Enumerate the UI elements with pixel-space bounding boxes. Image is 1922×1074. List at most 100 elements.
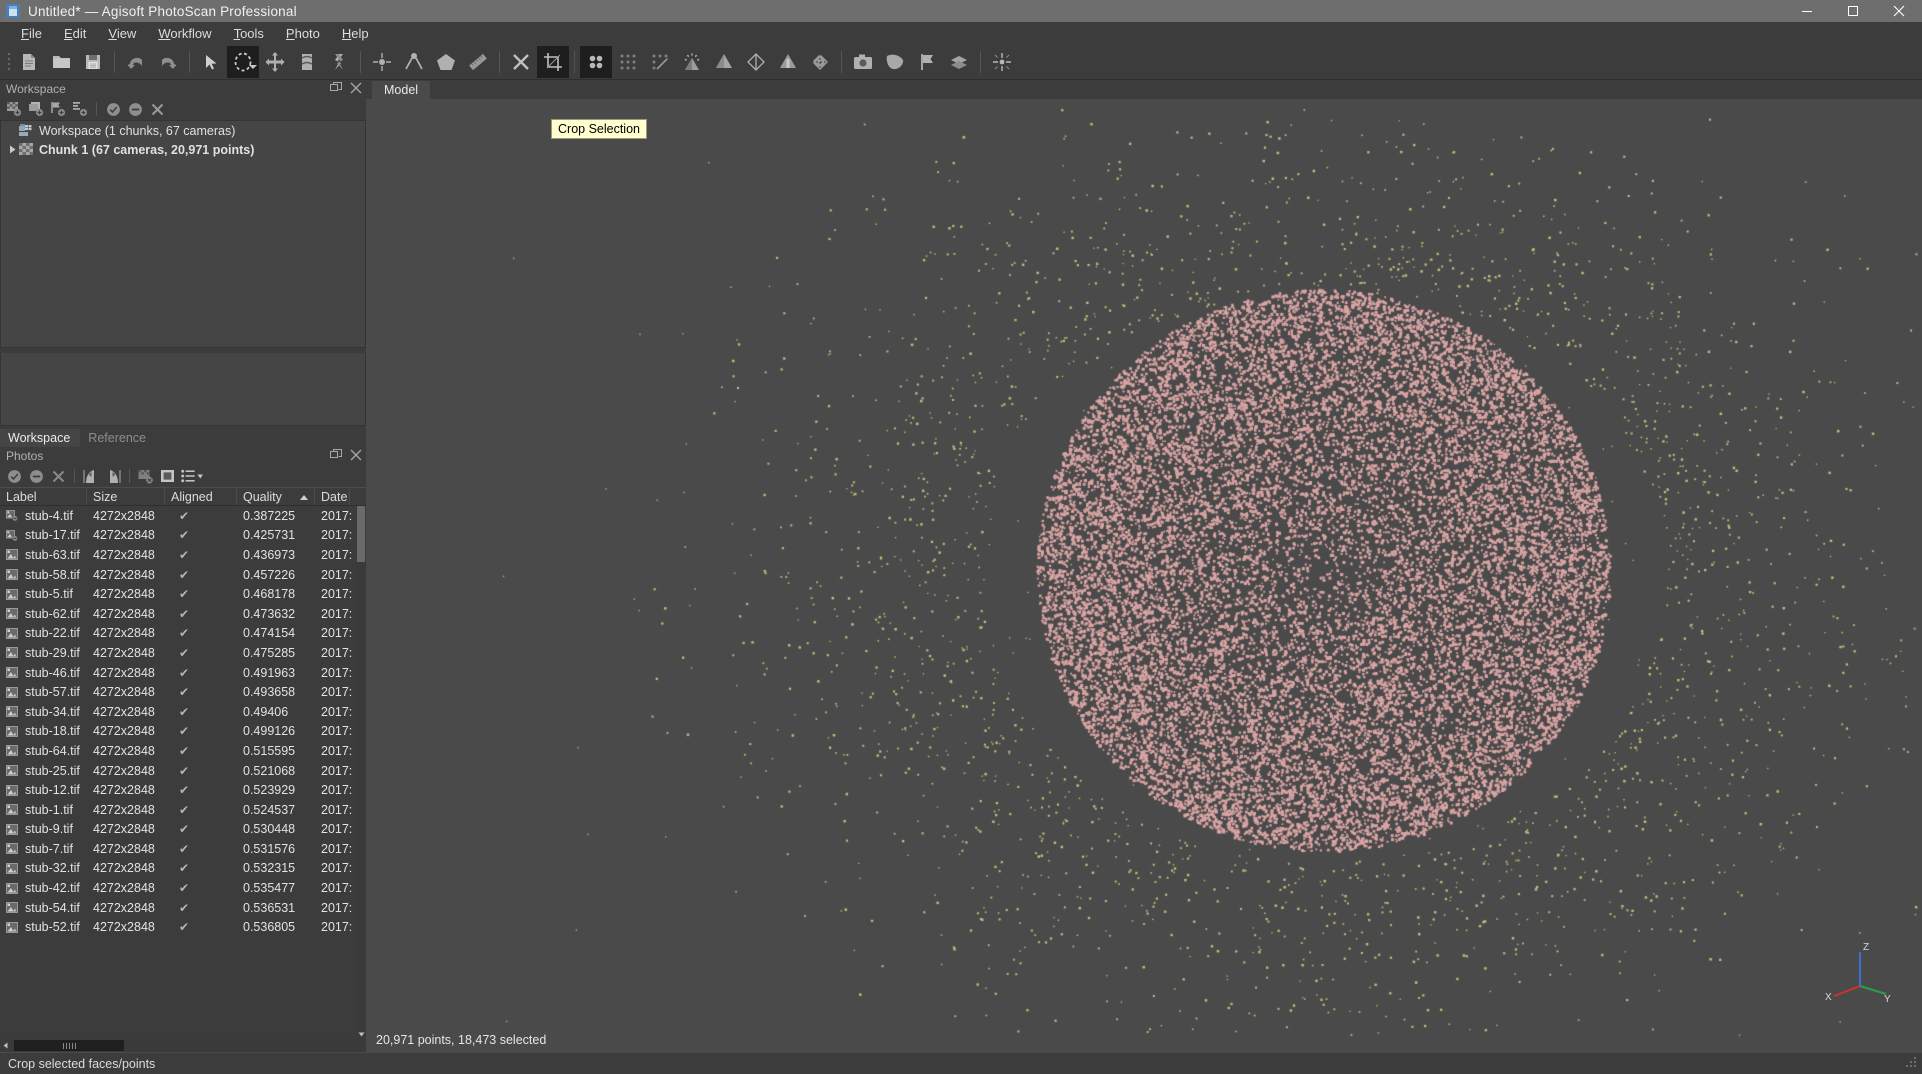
- status-bar-grip[interactable]: [1904, 1055, 1918, 1069]
- column-header-date[interactable]: Date: [315, 488, 350, 505]
- show-aligned-icon[interactable]: [676, 46, 708, 78]
- tree-item-workspace[interactable]: Workspace (1 chunks, 67 cameras): [1, 121, 365, 140]
- move-object-icon[interactable]: [259, 46, 291, 78]
- show-masks-icon[interactable]: [158, 466, 178, 486]
- menu-item-photo[interactable]: Photo: [275, 24, 331, 43]
- photos-horizontal-scrollbar[interactable]: [0, 1039, 366, 1052]
- axis-gizmo[interactable]: Z X Y: [1822, 934, 1892, 1005]
- table-row[interactable]: stub-17.tif 4272x2848 ✔ 0.425731 2017:: [0, 526, 366, 546]
- scale-object-icon[interactable]: [323, 46, 355, 78]
- scroll-down-icon[interactable]: [356, 1029, 366, 1039]
- table-row[interactable]: stub-58.tif 4272x2848 ✔ 0.457226 2017:: [0, 565, 366, 585]
- model-canvas[interactable]: Orthographic 20,971 points, 18,473 selec…: [366, 99, 1922, 1052]
- photos-table-body[interactable]: stub-4.tif 4272x2848 ✔ 0.387225 2017: stub-17…: [0, 506, 366, 1039]
- table-row[interactable]: stub-57.tif 4272x2848 ✔ 0.493658 2017:: [0, 682, 366, 702]
- table-row[interactable]: stub-18.tif 4272x2848 ✔ 0.499126 2017:: [0, 722, 366, 742]
- reset-view-icon[interactable]: [986, 46, 1018, 78]
- tab-reference[interactable]: Reference: [80, 429, 156, 447]
- table-row[interactable]: stub-4.tif 4272x2848 ✔ 0.387225 2017:: [0, 506, 366, 526]
- maximize-button[interactable]: [1830, 0, 1876, 22]
- undock-panel-icon[interactable]: [330, 82, 342, 97]
- show-tie-points-icon[interactable]: [644, 46, 676, 78]
- add-chunk-icon[interactable]: [4, 99, 24, 119]
- region-icon[interactable]: [879, 46, 911, 78]
- table-row[interactable]: stub-34.tif 4272x2848 ✔ 0.49406 2017:: [0, 702, 366, 722]
- table-row[interactable]: stub-29.tif 4272x2848 ✔ 0.475285 2017:: [0, 643, 366, 663]
- table-row[interactable]: stub-1.tif 4272x2848 ✔ 0.524537 2017:: [0, 800, 366, 820]
- delete-selection-icon[interactable]: [505, 46, 537, 78]
- reset-masks-icon[interactable]: [136, 466, 156, 486]
- column-header-quality[interactable]: Quality: [237, 488, 315, 505]
- rotate-left-icon[interactable]: [81, 466, 101, 486]
- table-row[interactable]: stub-62.tif 4272x2848 ✔ 0.473632 2017:: [0, 604, 366, 624]
- close-panel-icon[interactable]: [350, 449, 362, 464]
- remove-icon[interactable]: [147, 99, 167, 119]
- redo-icon[interactable]: [152, 46, 184, 78]
- rotate-object-icon[interactable]: [291, 46, 323, 78]
- toolbar-grip[interactable]: [4, 49, 13, 75]
- table-row[interactable]: stub-64.tif 4272x2848 ✔ 0.515595 2017:: [0, 741, 366, 761]
- table-row[interactable]: stub-5.tif 4272x2848 ✔ 0.468178 2017:: [0, 584, 366, 604]
- menu-item-workflow[interactable]: Workflow: [147, 24, 222, 43]
- close-button[interactable]: [1876, 0, 1922, 22]
- navigation-arrow-icon[interactable]: [195, 46, 227, 78]
- place-scalebar-icon[interactable]: [398, 46, 430, 78]
- tree-item-chunk-1[interactable]: Chunk 1 (67 cameras, 20,971 points): [1, 140, 365, 159]
- capture-view-icon[interactable]: [847, 46, 879, 78]
- table-row[interactable]: stub-7.tif 4272x2848 ✔ 0.531576 2017:: [0, 839, 366, 859]
- show-dense-cloud-icon[interactable]: [612, 46, 644, 78]
- save-project-icon[interactable]: [77, 46, 109, 78]
- place-shape-icon[interactable]: [430, 46, 462, 78]
- table-row[interactable]: stub-52.tif 4272x2848 ✔ 0.536805 2017:: [0, 917, 366, 937]
- table-row[interactable]: stub-22.tif 4272x2848 ✔ 0.474154 2017:: [0, 624, 366, 644]
- column-header-aligned[interactable]: Aligned: [165, 488, 237, 505]
- point-cloud-render[interactable]: [366, 99, 1922, 1052]
- h-scroll-thumb[interactable]: [14, 1040, 124, 1051]
- menu-item-help[interactable]: Help: [331, 24, 380, 43]
- remove-photos-icon[interactable]: [48, 466, 68, 486]
- tree-expander-icon[interactable]: [7, 145, 19, 154]
- new-project-icon[interactable]: [13, 46, 45, 78]
- menu-item-tools[interactable]: Tools: [223, 24, 275, 43]
- workspace-tree[interactable]: Workspace (1 chunks, 67 cameras) Chunk 1…: [0, 120, 366, 348]
- show-cameras-icon[interactable]: [580, 45, 612, 78]
- undock-panel-icon[interactable]: [330, 449, 342, 464]
- scroll-left-icon[interactable]: [0, 1039, 11, 1052]
- disable-icon[interactable]: [125, 99, 145, 119]
- table-row[interactable]: stub-46.tif 4272x2848 ✔ 0.491963 2017:: [0, 663, 366, 683]
- minimize-button[interactable]: [1784, 0, 1830, 22]
- enable-icon[interactable]: [103, 99, 123, 119]
- chevron-down-icon[interactable]: [249, 64, 257, 69]
- shaded-model-icon[interactable]: [708, 46, 740, 78]
- add-scalebar-icon[interactable]: [70, 99, 90, 119]
- table-row[interactable]: stub-25.tif 4272x2848 ✔ 0.521068 2017:: [0, 761, 366, 781]
- crop-selection-icon[interactable]: [537, 45, 569, 78]
- tab-workspace[interactable]: Workspace: [0, 429, 81, 447]
- menu-item-edit[interactable]: Edit: [53, 24, 97, 43]
- flag-icon[interactable]: [911, 46, 943, 78]
- table-row[interactable]: stub-54.tif 4272x2848 ✔ 0.536531 2017:: [0, 898, 366, 918]
- close-panel-icon[interactable]: [350, 82, 362, 97]
- column-header-label[interactable]: Label: [0, 488, 87, 505]
- menu-item-file[interactable]: File: [10, 24, 53, 43]
- wireframe-model-icon[interactable]: [740, 46, 772, 78]
- textured-model-icon[interactable]: [804, 46, 836, 78]
- enable-photos-icon[interactable]: [4, 466, 24, 486]
- add-photos-icon[interactable]: [26, 99, 46, 119]
- free-form-selection-icon[interactable]: [227, 45, 259, 78]
- details-view-icon[interactable]: [180, 466, 206, 486]
- solid-model-icon[interactable]: [772, 46, 804, 78]
- menu-item-view[interactable]: View: [97, 24, 147, 43]
- rotate-right-icon[interactable]: [103, 466, 123, 486]
- place-marker-icon[interactable]: [366, 46, 398, 78]
- table-row[interactable]: stub-63.tif 4272x2848 ✔ 0.436973 2017:: [0, 545, 366, 565]
- table-row[interactable]: stub-32.tif 4272x2848 ✔ 0.532315 2017:: [0, 859, 366, 879]
- column-header-size[interactable]: Size: [87, 488, 165, 505]
- layers-icon[interactable]: [943, 46, 975, 78]
- open-project-icon[interactable]: [45, 46, 77, 78]
- disable-photos-icon[interactable]: [26, 466, 46, 486]
- photos-vertical-scrollbar[interactable]: [356, 506, 366, 1039]
- ruler-icon[interactable]: [462, 46, 494, 78]
- photos-scroll-thumb[interactable]: [357, 506, 365, 562]
- undo-icon[interactable]: [120, 46, 152, 78]
